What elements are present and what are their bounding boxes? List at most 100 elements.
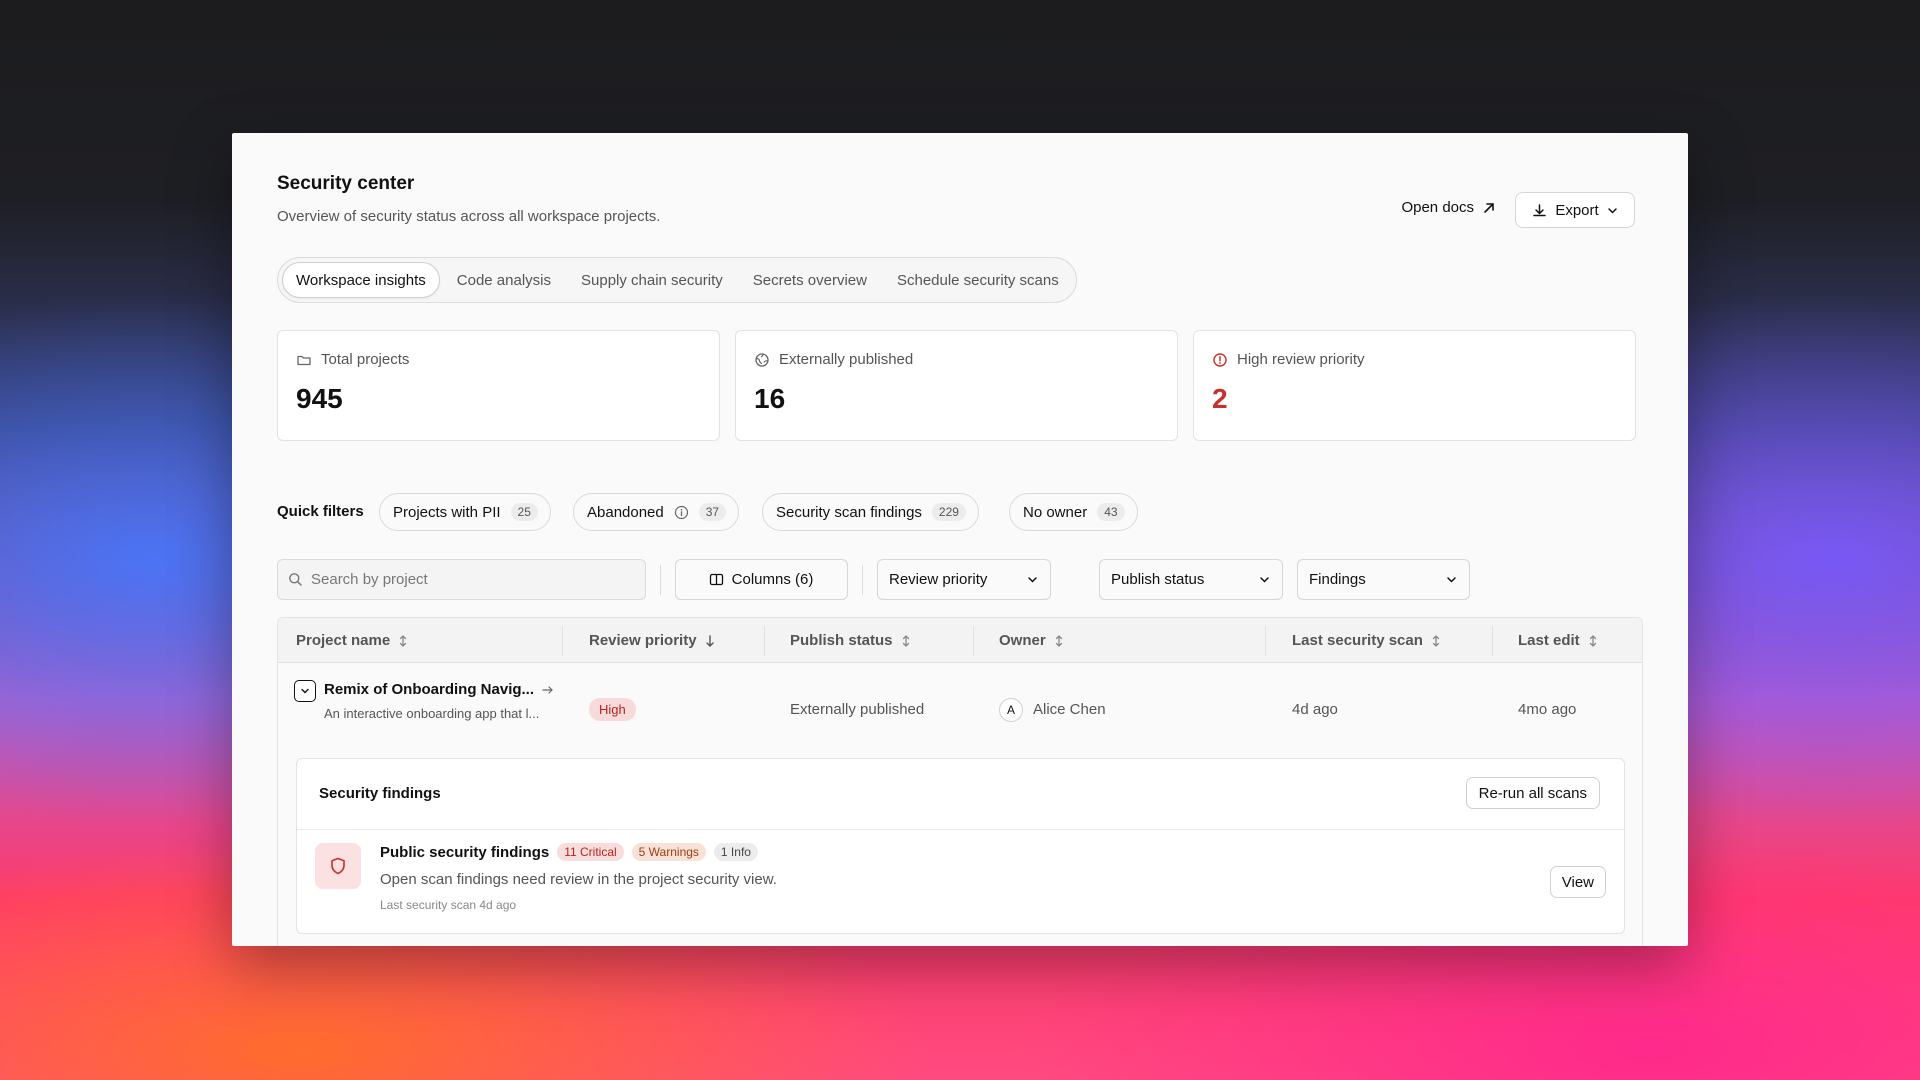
findings-select[interactable]: Findings bbox=[1297, 559, 1470, 600]
tab-workspace-insights[interactable]: Workspace insights bbox=[282, 262, 440, 298]
project-description: An interactive onboarding app that l... bbox=[324, 706, 540, 721]
arrow-right-icon bbox=[542, 685, 554, 695]
tab-bar: Workspace insights Code analysis Supply … bbox=[277, 257, 1077, 303]
filter-chip-security-scan-findings[interactable]: Security scan findings 229 bbox=[762, 493, 979, 531]
stat-card-high-review-priority: High review priority 2 bbox=[1193, 330, 1636, 441]
tab-secrets-overview[interactable]: Secrets overview bbox=[740, 262, 880, 298]
chip-count: 229 bbox=[931, 503, 966, 521]
column-label: Last security scan bbox=[1292, 632, 1423, 649]
column-label: Publish status bbox=[790, 632, 893, 649]
tab-schedule-security-scans[interactable]: Schedule security scans bbox=[884, 262, 1072, 298]
rerun-all-scans-button[interactable]: Re-run all scans bbox=[1465, 777, 1600, 809]
stat-card-externally-published: Externally published 16 bbox=[735, 330, 1178, 441]
select-label: Publish status bbox=[1111, 571, 1205, 588]
sort-descending-icon bbox=[705, 634, 715, 648]
chip-count: 25 bbox=[510, 503, 538, 521]
column-header-project-name[interactable]: Project name bbox=[296, 618, 408, 663]
column-header-owner[interactable]: Owner bbox=[999, 618, 1064, 663]
download-icon bbox=[1532, 203, 1547, 218]
sort-icon bbox=[1431, 634, 1441, 648]
avatar: A bbox=[999, 698, 1023, 722]
chip-label: Abandoned bbox=[587, 503, 664, 521]
security-findings-panel: Security findings Re-run all scans Publi… bbox=[296, 758, 1625, 934]
project-name-link[interactable]: Remix of Onboarding Navig... bbox=[324, 681, 554, 698]
sort-icon bbox=[1054, 634, 1064, 648]
column-header-review-priority[interactable]: Review priority bbox=[589, 618, 715, 663]
last-edit-cell: 4mo ago bbox=[1518, 701, 1577, 718]
globe-icon bbox=[754, 352, 770, 368]
stat-card-total-projects: Total projects 945 bbox=[277, 330, 720, 441]
publish-status-cell: Externally published bbox=[790, 701, 925, 718]
chevron-down-icon bbox=[1607, 205, 1618, 216]
finding-header: Public security findings 11 Critical 5 W… bbox=[380, 843, 758, 861]
chevron-down-icon bbox=[1027, 574, 1038, 585]
column-divider bbox=[562, 626, 563, 656]
project-name: Remix of Onboarding Navig... bbox=[324, 681, 535, 698]
publish-status-select[interactable]: Publish status bbox=[1099, 559, 1283, 600]
shield-icon bbox=[328, 856, 348, 876]
column-label: Owner bbox=[999, 632, 1046, 649]
stat-value: 16 bbox=[754, 383, 786, 414]
column-label: Project name bbox=[296, 632, 391, 649]
filter-chip-no-owner[interactable]: No owner 43 bbox=[1009, 493, 1138, 531]
column-label: Review priority bbox=[589, 632, 697, 649]
findings-title: Security findings bbox=[319, 785, 441, 802]
column-divider bbox=[973, 626, 974, 656]
sort-icon bbox=[1588, 634, 1598, 648]
chevron-down-icon bbox=[1259, 574, 1270, 585]
row-expand-toggle[interactable] bbox=[294, 680, 316, 702]
export-button[interactable]: Export bbox=[1515, 192, 1635, 228]
column-header-publish-status[interactable]: Publish status bbox=[790, 618, 911, 663]
filter-chip-projects-with-pii[interactable]: Projects with PII 25 bbox=[379, 493, 551, 531]
info-badge: 1 Info bbox=[713, 843, 758, 861]
column-header-last-security-scan[interactable]: Last security scan bbox=[1292, 618, 1441, 663]
security-center-panel: Security center Overview of security sta… bbox=[232, 133, 1688, 946]
finding-title: Public security findings bbox=[380, 843, 550, 861]
sort-icon bbox=[398, 634, 408, 648]
filter-chip-abandoned[interactable]: Abandoned 37 bbox=[573, 493, 740, 531]
chip-count: 43 bbox=[1097, 503, 1125, 521]
warnings-badge: 5 Warnings bbox=[631, 843, 706, 861]
stat-label: Total projects bbox=[321, 351, 410, 368]
open-docs-label: Open docs bbox=[1401, 199, 1474, 216]
select-label: Findings bbox=[1309, 571, 1366, 588]
chevron-down-icon bbox=[1446, 574, 1457, 585]
sort-icon bbox=[901, 634, 911, 648]
open-docs-link[interactable]: Open docs bbox=[1401, 199, 1496, 216]
critical-badge: 11 Critical bbox=[557, 843, 624, 861]
column-label: Last edit bbox=[1518, 632, 1580, 649]
alert-circle-icon bbox=[1212, 352, 1228, 368]
chevron-down-icon bbox=[300, 686, 310, 696]
review-priority-select[interactable]: Review priority bbox=[877, 559, 1051, 600]
page-subtitle: Overview of security status across all w… bbox=[277, 208, 661, 225]
chip-label: Security scan findings bbox=[776, 503, 922, 521]
select-label: Review priority bbox=[889, 571, 988, 588]
column-header-last-edit[interactable]: Last edit bbox=[1518, 618, 1598, 663]
export-label: Export bbox=[1555, 201, 1599, 219]
column-divider bbox=[764, 626, 765, 656]
columns-button[interactable]: Columns (6) bbox=[675, 559, 848, 600]
column-divider bbox=[1492, 626, 1493, 656]
search-field bbox=[277, 559, 646, 600]
view-button[interactable]: View bbox=[1549, 866, 1606, 898]
chip-label: No owner bbox=[1023, 503, 1088, 521]
tab-code-analysis[interactable]: Code analysis bbox=[444, 262, 564, 298]
info-icon[interactable] bbox=[674, 505, 689, 520]
finding-timestamp: Last security scan 4d ago bbox=[380, 898, 517, 912]
arrow-up-right-icon bbox=[1482, 201, 1496, 215]
search-input[interactable] bbox=[311, 571, 631, 588]
chip-count: 37 bbox=[698, 503, 727, 521]
chip-label: Projects with PII bbox=[393, 503, 501, 521]
last-security-scan-cell: 4d ago bbox=[1292, 701, 1338, 718]
stat-label: High review priority bbox=[1237, 351, 1365, 368]
projects-table: Project name Review priority Publish sta… bbox=[277, 617, 1643, 946]
columns-label: Columns (6) bbox=[731, 571, 814, 588]
toolbar-divider bbox=[660, 565, 661, 595]
stat-label: Externally published bbox=[779, 351, 914, 368]
findings-divider bbox=[297, 829, 1624, 830]
finding-description: Open scan findings need review in the pr… bbox=[380, 871, 777, 888]
priority-badge: High bbox=[589, 698, 636, 721]
tab-supply-chain-security[interactable]: Supply chain security bbox=[568, 262, 736, 298]
finding-icon-container bbox=[315, 843, 361, 889]
page-title: Security center bbox=[277, 173, 415, 194]
